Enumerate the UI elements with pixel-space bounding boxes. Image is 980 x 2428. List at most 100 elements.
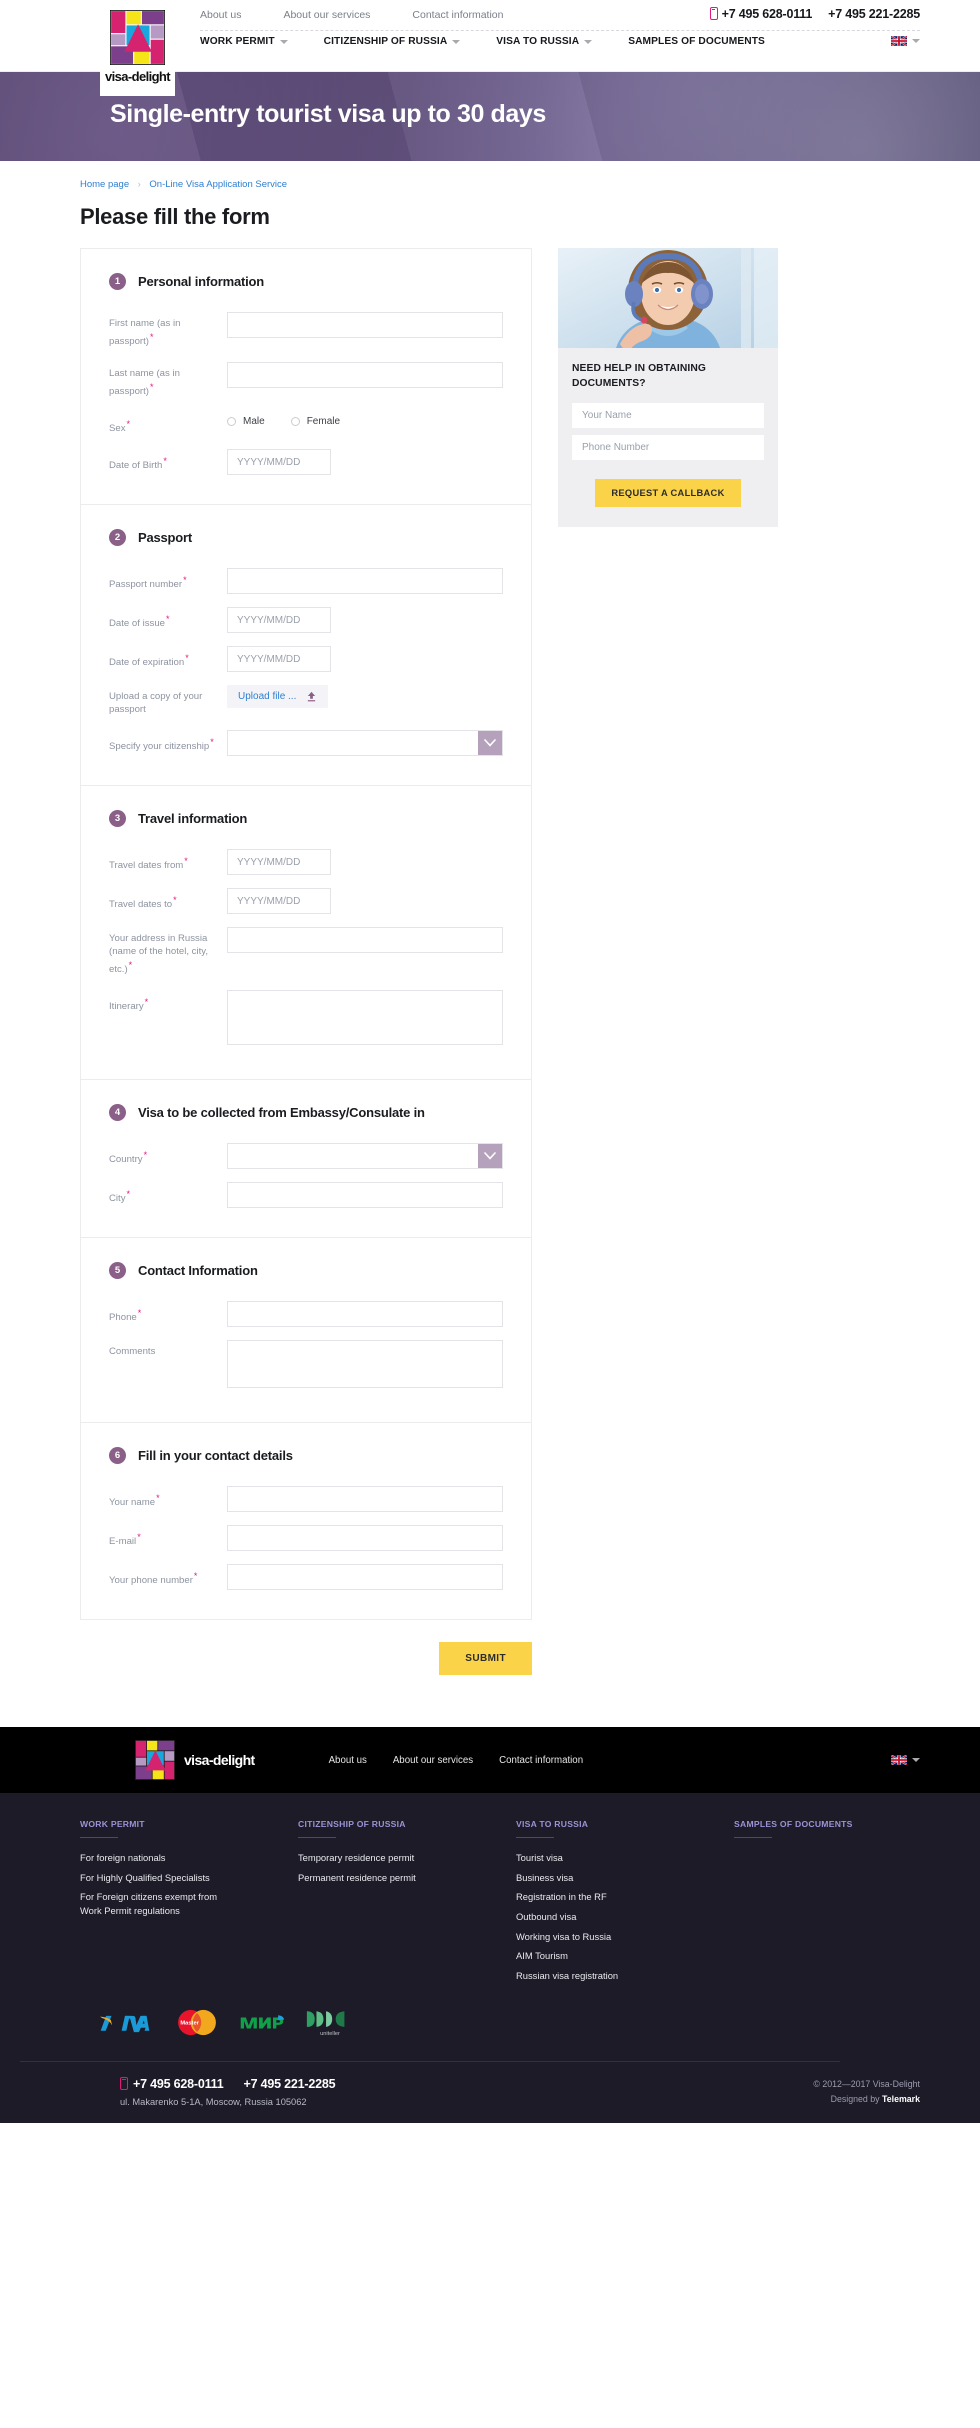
field-row-passport-number: Passport number* [109, 568, 503, 595]
footer-address: ul. Makarenko 5-1A, Moscow, Russia 10506… [120, 2096, 307, 2107]
footer-link[interactable]: Working visa to Russia [516, 1930, 676, 1944]
designer-name[interactable]: Telemark [882, 2094, 920, 2104]
form-section-contact-details: 6 Fill in your contact details Your name… [81, 1423, 531, 1619]
hero-title: Single-entry tourist visa up to 30 days [110, 100, 546, 128]
nav-item-visa-to-russia[interactable]: VISA TO RUSSIA [496, 36, 593, 47]
headset-operator-image [558, 248, 778, 348]
date-of-expiration-input[interactable] [227, 646, 331, 673]
field-label-text: Upload a copy of your passport [109, 691, 203, 716]
language-switcher[interactable] [891, 36, 920, 46]
chevron-down-icon [912, 1758, 920, 1763]
footer-link[interactable]: For Foreign citizens exempt from Work Pe… [80, 1890, 240, 1917]
address-in-russia-input[interactable] [227, 927, 503, 954]
support-agent-photo [558, 248, 778, 348]
footer-link[interactable]: Outbound visa [516, 1910, 676, 1924]
field-label-text: Last name (as in passport) [109, 368, 180, 398]
citizenship-select-toggle[interactable] [478, 731, 502, 756]
first-name-input[interactable] [227, 312, 503, 338]
callback-phone-input[interactable] [572, 434, 764, 460]
passport-number-input[interactable] [227, 568, 503, 595]
nav-item-citizenship-label: CITIZENSHIP OF RUSSIA [323, 36, 448, 47]
header-phone-1[interactable]: +7 495 628-0111 [709, 7, 812, 21]
your-phone-number-input[interactable] [227, 1564, 503, 1591]
last-name-input[interactable] [227, 362, 503, 389]
chevron-down-icon [279, 39, 288, 44]
footer-link-about-us[interactable]: About us [329, 1755, 367, 1766]
payment-methods: Master uniteller [60, 2003, 920, 2043]
form-section-travel-information: 3 Travel information Travel dates from* … [81, 786, 531, 1081]
footer-language-switcher[interactable] [891, 1755, 920, 1766]
field-label-text: Itinerary [109, 1001, 144, 1013]
section-title: Contact Information [138, 1263, 258, 1279]
required-marker: * [166, 614, 170, 625]
field-label-text: Phone [109, 1312, 137, 1324]
callback-widget-title: NEED HELP IN OBTAINING DOCUMENTS? [572, 363, 706, 389]
citizenship-select[interactable] [227, 730, 503, 757]
visa-delight-logo-icon [110, 10, 165, 65]
header-top-links: About us About our services Contact info… [200, 9, 503, 21]
date-of-issue-input[interactable] [227, 607, 331, 634]
top-link-contact-information[interactable]: Contact information [412, 9, 503, 21]
required-marker: * [126, 419, 131, 430]
footer-link-about-our-services[interactable]: About our services [393, 1755, 473, 1766]
field-label: First name (as in passport)* [109, 312, 227, 349]
footer-link[interactable]: Registration in the RF [516, 1890, 676, 1904]
country-select[interactable] [227, 1143, 503, 1170]
footer-link[interactable]: For Highly Qualified Specialists [80, 1871, 240, 1885]
email-input[interactable] [227, 1525, 503, 1552]
footer-link[interactable]: Temporary residence permit [298, 1851, 458, 1865]
breadcrumb: Home page › On-Line Visa Application Ser… [60, 179, 920, 190]
nav-item-citizenship-of-russia[interactable]: CITIZENSHIP OF RUSSIA [324, 36, 461, 47]
footer-phones: +7 495 628-0111 +7 495 221-2285 [80, 2076, 920, 2091]
your-name-input[interactable] [227, 1486, 503, 1513]
required-marker: * [163, 456, 167, 467]
nav-item-work-permit-label: WORK PERMIT [200, 36, 275, 47]
itinerary-textarea[interactable] [227, 990, 503, 1046]
sex-option-male[interactable]: Male [227, 416, 265, 427]
site-logo[interactable]: visa-delight [100, 0, 175, 96]
date-of-birth-input[interactable] [227, 449, 331, 476]
nav-item-work-permit[interactable]: WORK PERMIT [200, 36, 288, 47]
field-row-email: E-mail* [109, 1525, 503, 1552]
footer-link[interactable]: Business visa [516, 1871, 676, 1885]
breadcrumb-home[interactable]: Home page [80, 179, 129, 190]
nav-item-samples-of-documents[interactable]: SAMPLES OF DOCUMENTS [628, 36, 765, 47]
top-link-about-our-services[interactable]: About our services [283, 9, 370, 21]
footer-phone-2[interactable]: +7 495 221-2285 [244, 2077, 336, 2091]
upload-file-button[interactable]: Upload file ... [227, 685, 329, 709]
field-row-last-name: Last name (as in passport)* [109, 362, 503, 399]
field-label-text: Country [109, 1154, 143, 1166]
field-label: Itinerary* [109, 990, 227, 1014]
field-row-sex: Sex* Male Female [109, 412, 503, 436]
footer-logo[interactable]: visa-delight [135, 1740, 255, 1781]
city-input[interactable] [227, 1182, 503, 1209]
field-label-text: Your name [109, 1497, 156, 1509]
footer-link[interactable]: Russian visa registration [516, 1969, 676, 1983]
field-label-text: Your address in Russia (name of the hote… [109, 933, 209, 976]
callback-name-input[interactable] [572, 402, 764, 428]
travel-dates-to-input[interactable] [227, 888, 331, 915]
footer-link[interactable]: For foreign nationals [80, 1851, 240, 1865]
field-row-comments: Comments [109, 1340, 503, 1393]
sex-option-female[interactable]: Female [290, 416, 340, 427]
top-link-about-us[interactable]: About us [200, 9, 241, 21]
footer-column-work-permit: WORK PERMIT For foreign nationals For Hi… [80, 1819, 240, 1988]
footer-link[interactable]: Permanent residence permit [298, 1871, 458, 1885]
footer-link[interactable]: AIM Tourism [516, 1949, 676, 1963]
comments-textarea[interactable] [227, 1340, 503, 1389]
section-number-badge: 6 [109, 1447, 126, 1465]
travel-dates-from-input[interactable] [227, 849, 331, 876]
field-label-text: City [109, 1193, 126, 1205]
footer-link-contact-information[interactable]: Contact information [499, 1755, 583, 1766]
request-callback-button[interactable]: REQUEST A CALLBACK [595, 478, 741, 507]
contact-phone-input[interactable] [227, 1301, 503, 1328]
footer-phone-1[interactable]: +7 495 628-0111 [120, 2076, 224, 2091]
required-marker: * [193, 1571, 198, 1582]
required-marker: * [156, 1493, 160, 1504]
field-row-date-of-birth: Date of Birth* [109, 449, 503, 476]
submit-button[interactable]: SUBMIT [439, 1642, 532, 1676]
country-select-toggle[interactable] [478, 1144, 502, 1169]
header-phone-2[interactable]: +7 495 221-2285 [828, 7, 920, 21]
footer-link[interactable]: Tourist visa [516, 1851, 676, 1865]
required-marker: * [183, 575, 187, 586]
